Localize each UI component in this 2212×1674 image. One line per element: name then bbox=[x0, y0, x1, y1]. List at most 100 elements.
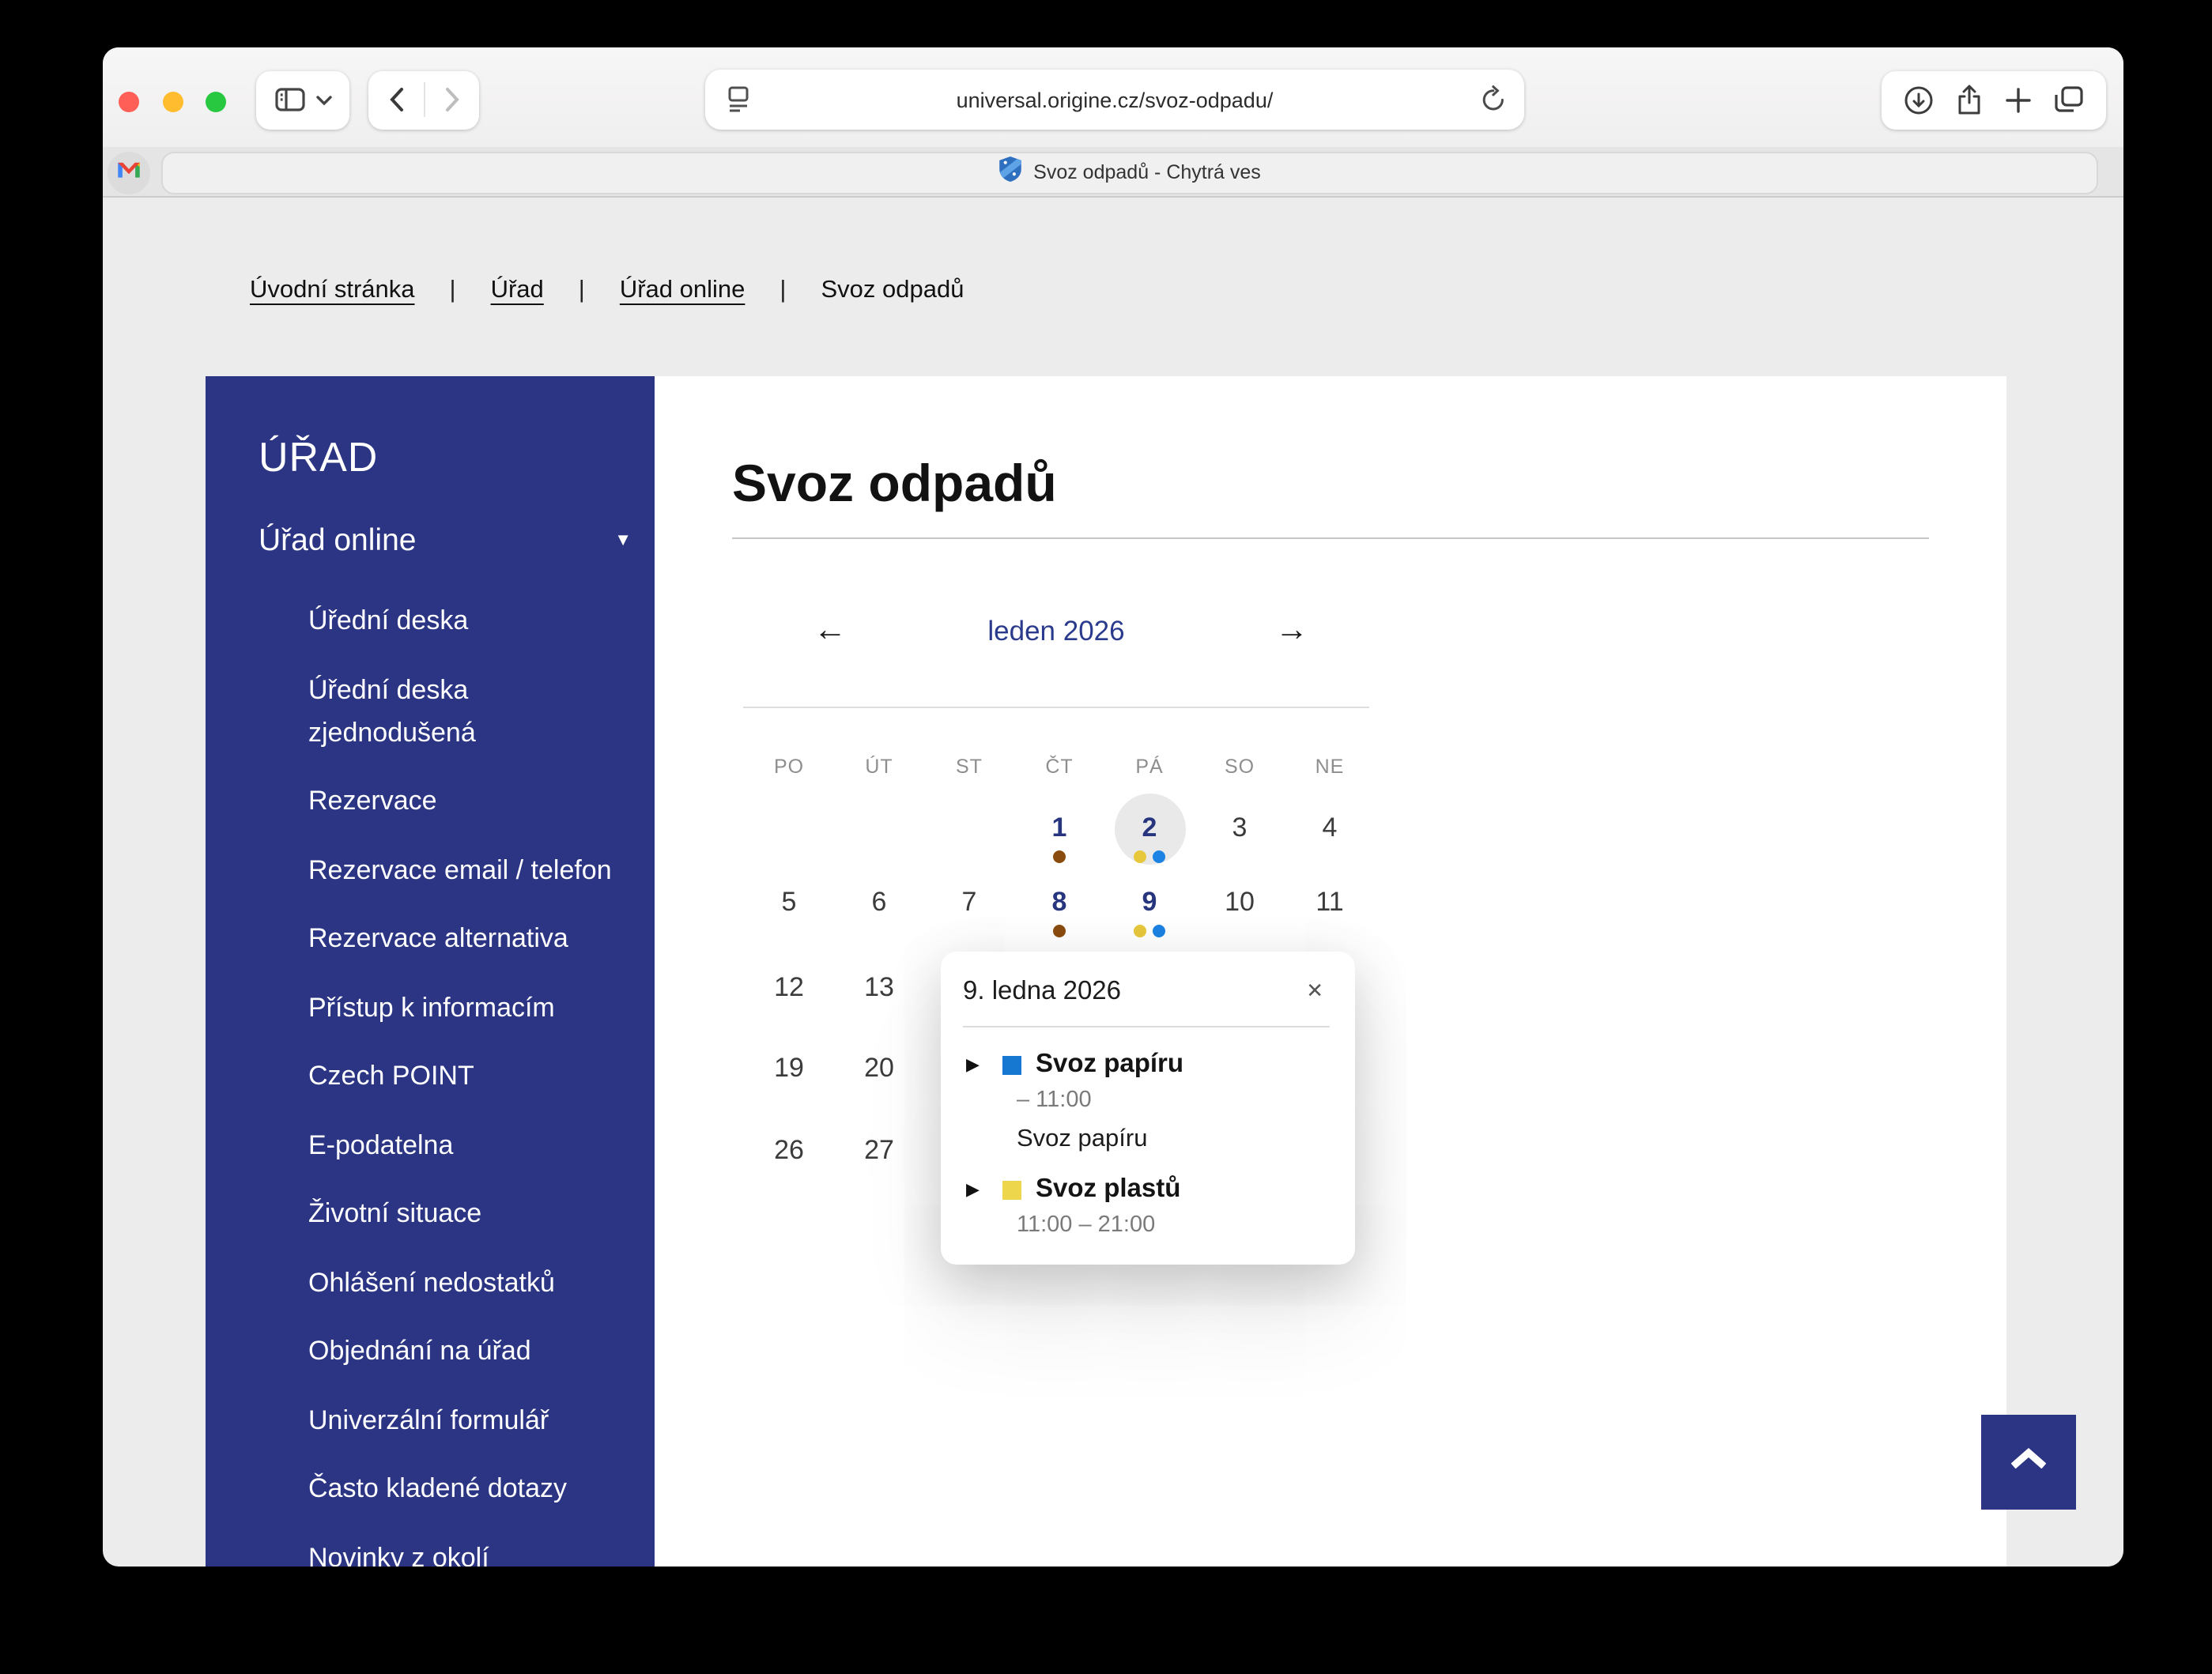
sidebar-item[interactable]: Úřední deskazjednodušená bbox=[308, 668, 612, 753]
brown-event-dot-icon bbox=[1053, 850, 1066, 863]
sidebar-toggle-button[interactable] bbox=[256, 70, 349, 129]
event-name: Svoz papíru bbox=[1036, 1050, 1183, 1080]
calendar-day-cell[interactable]: 10 bbox=[1194, 884, 1285, 922]
reload-icon[interactable] bbox=[1482, 85, 1505, 112]
day-number: 6 bbox=[872, 884, 887, 922]
popup-event-header[interactable]: ▶Svoz plastů bbox=[963, 1174, 1330, 1205]
day-number: 13 bbox=[864, 969, 894, 1007]
chevron-down-icon bbox=[315, 94, 331, 105]
divider bbox=[963, 1026, 1330, 1027]
weekday-label: ÚT bbox=[833, 756, 925, 778]
calendar-day-popup: 9. ledna 2026 ✕ ▶ Svoz papíru – 11:00 Svoz … bbox=[941, 952, 1355, 1265]
calendar-day-cell[interactable]: 1 bbox=[1014, 809, 1105, 863]
forward-icon bbox=[444, 87, 459, 112]
tab-title: Svoz odpadů - Chytrá ves bbox=[1033, 161, 1261, 183]
event-dots bbox=[1053, 850, 1066, 863]
calendar-day-cell[interactable]: 3 bbox=[1194, 809, 1285, 847]
page-format-icon[interactable] bbox=[726, 85, 751, 112]
yellow-event-dot-icon bbox=[1134, 850, 1146, 863]
brown-event-dot-icon bbox=[1053, 925, 1066, 937]
weekday-label: ST bbox=[923, 756, 1015, 778]
breadcrumb-item[interactable]: Úřad online bbox=[620, 277, 746, 305]
calendar-day-cell[interactable]: 9 bbox=[1104, 884, 1195, 937]
breadcrumb-item[interactable]: Úřad bbox=[491, 277, 544, 305]
calendar-next-month-button[interactable]: → bbox=[1265, 609, 1319, 653]
event-time: – 11:00 bbox=[1017, 1086, 1330, 1114]
weekday-label: NE bbox=[1284, 756, 1376, 778]
calendar-day-cell[interactable]: 6 bbox=[833, 884, 925, 922]
chevron-up-icon bbox=[2011, 1448, 2046, 1476]
sidebar-item[interactable]: Objednání na úřad bbox=[308, 1329, 612, 1372]
popup-event-header[interactable]: ▶ Svoz papíru bbox=[963, 1050, 1330, 1080]
blue-event-dot-icon bbox=[1153, 850, 1165, 863]
tab-overview-button[interactable] bbox=[2054, 85, 2084, 114]
close-window-button[interactable] bbox=[119, 91, 139, 111]
day-number: 3 bbox=[1232, 809, 1248, 847]
sidebar-item[interactable]: Rezervace bbox=[308, 779, 612, 822]
day-number: 19 bbox=[774, 1050, 804, 1088]
minimize-window-button[interactable] bbox=[162, 91, 183, 111]
breadcrumb-item: Svoz odpadů bbox=[821, 277, 964, 305]
gmail-icon bbox=[117, 158, 141, 187]
calendar-day-cell[interactable]: 5 bbox=[743, 884, 835, 922]
sidebar-item[interactable]: Czech POINT bbox=[308, 1054, 612, 1097]
new-tab-button[interactable] bbox=[2005, 86, 2032, 113]
sidebar-item[interactable]: Často kladené dotazy bbox=[308, 1467, 612, 1510]
close-icon[interactable]: ✕ bbox=[1300, 975, 1330, 1007]
calendar-day-cell[interactable]: 11 bbox=[1284, 884, 1376, 922]
sidebar-icon bbox=[274, 87, 304, 112]
main-content: Svoz odpadů ← leden 2026 → POÚTSTČTPÁSON… bbox=[655, 376, 2006, 1567]
browser-window: universal.origine.cz/svoz-odpadu/ bbox=[103, 47, 2123, 1567]
calendar-day-cell[interactable]: 26 bbox=[743, 1132, 835, 1170]
back-icon bbox=[388, 87, 404, 112]
calendar-day-cell[interactable]: 12 bbox=[743, 969, 835, 1007]
calendar-header: ← leden 2026 → bbox=[743, 609, 1369, 653]
toolbar-actions-group bbox=[1882, 70, 2106, 129]
sidebar-item[interactable]: Rezervace alternativa bbox=[308, 917, 612, 960]
weekday-label: ČT bbox=[1014, 756, 1105, 778]
sidebar-item[interactable]: Přístup k informacím bbox=[308, 986, 612, 1028]
calendar-day-cell[interactable]: 19 bbox=[743, 1050, 835, 1088]
share-button[interactable] bbox=[1956, 84, 1983, 115]
calendar-day-cell[interactable]: 4 bbox=[1284, 809, 1376, 847]
screen: universal.origine.cz/svoz-odpadu/ bbox=[0, 0, 2212, 1674]
sidebar-item[interactable]: Úřední deska bbox=[308, 599, 612, 642]
sidebar-item[interactable]: Rezervace email / telefon bbox=[308, 848, 612, 891]
back-button[interactable] bbox=[369, 70, 423, 129]
sidebar-item[interactable]: E-podatelna bbox=[308, 1123, 612, 1166]
divider bbox=[743, 707, 1369, 708]
expand-triangle-icon[interactable]: ▶ bbox=[966, 1054, 988, 1075]
day-number: 12 bbox=[774, 969, 804, 1007]
sidebar-item[interactable]: Ohlášení nedostatků bbox=[308, 1261, 612, 1303]
address-bar[interactable]: universal.origine.cz/svoz-odpadu/ bbox=[705, 70, 1524, 130]
active-tab[interactable]: Svoz odpadů - Chytrá ves bbox=[161, 151, 2098, 194]
calendar-day-cell[interactable]: 8 bbox=[1014, 884, 1105, 937]
day-number: 1 bbox=[1052, 809, 1067, 847]
event-dots bbox=[1134, 850, 1165, 863]
pinned-tab-gmail[interactable] bbox=[108, 151, 150, 194]
calendar-day-cell[interactable]: 27 bbox=[833, 1132, 925, 1170]
expand-triangle-icon[interactable]: ▶ bbox=[966, 1179, 988, 1200]
calendar-day-cell[interactable]: 7 bbox=[923, 884, 1015, 922]
divider bbox=[732, 537, 1929, 539]
calendar-day-cell[interactable]: 13 bbox=[833, 969, 925, 1007]
sidebar-parent-label: Úřad online bbox=[259, 520, 416, 563]
day-number: 11 bbox=[1315, 884, 1343, 922]
zoom-window-button[interactable] bbox=[206, 91, 226, 111]
tab-strip: Svoz odpadů - Chytrá ves bbox=[103, 147, 2123, 198]
forward-button[interactable] bbox=[425, 70, 478, 129]
event-dots bbox=[1134, 925, 1165, 937]
calendar-day-cell[interactable]: 2 bbox=[1104, 809, 1195, 863]
popup-date-title: 9. ledna 2026 bbox=[963, 974, 1121, 1009]
scroll-to-top-button[interactable] bbox=[1981, 1415, 2076, 1510]
sidebar-item[interactable]: Životní situace bbox=[308, 1192, 612, 1235]
sidebar-item[interactable]: Novinky z okolí bbox=[308, 1536, 612, 1567]
sidebar-item-urad-online[interactable]: Úřad online ▼ bbox=[259, 520, 632, 563]
event-description: Svoz papíru bbox=[1017, 1124, 1330, 1154]
blue-event-dot-icon bbox=[1153, 925, 1165, 937]
sidebar-item[interactable]: Univerzální formulář bbox=[308, 1398, 612, 1441]
day-number: 5 bbox=[782, 884, 797, 922]
downloads-button[interactable] bbox=[1904, 85, 1934, 115]
calendar-day-cell[interactable]: 20 bbox=[833, 1050, 925, 1088]
breadcrumb-item[interactable]: Úvodní stránka bbox=[250, 277, 415, 305]
